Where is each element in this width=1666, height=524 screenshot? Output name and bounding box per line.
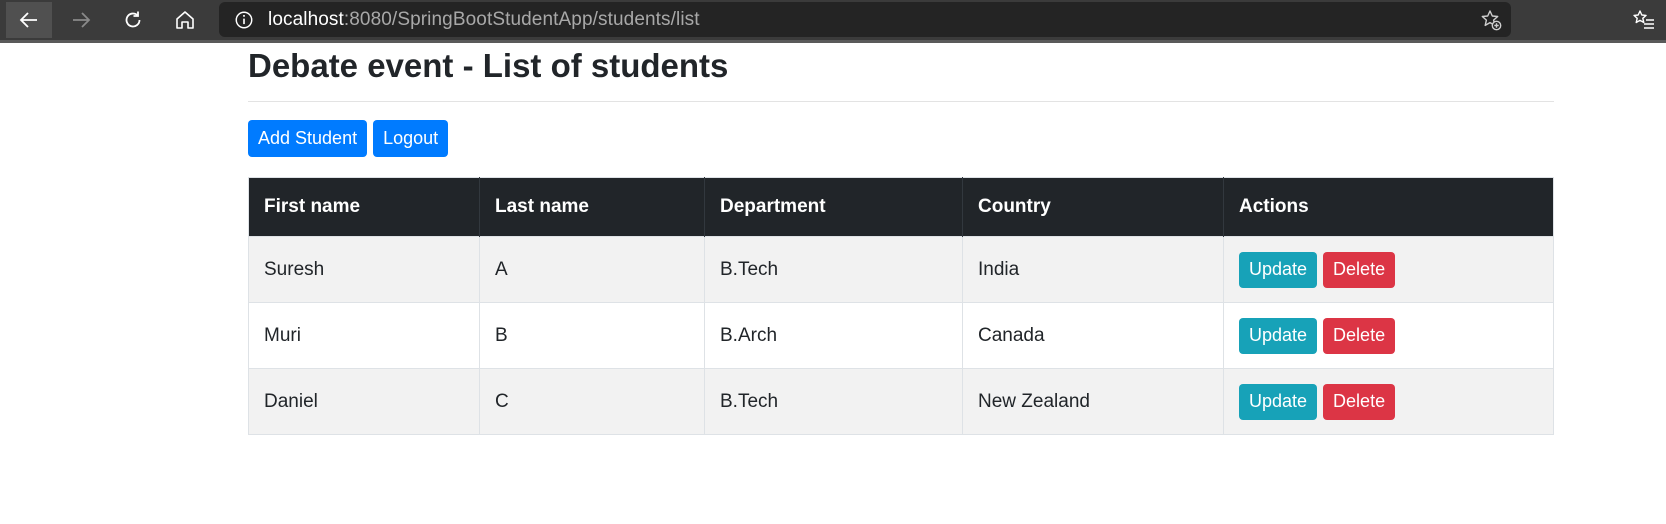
back-arrow-icon xyxy=(19,12,37,28)
info-icon[interactable] xyxy=(233,9,255,31)
cell-department: B.Arch xyxy=(704,302,963,369)
header-first-name: First name xyxy=(248,177,480,237)
back-button[interactable] xyxy=(6,2,52,38)
header-country: Country xyxy=(962,177,1224,237)
add-favorite-icon[interactable] xyxy=(1479,8,1503,32)
update-button[interactable]: Update xyxy=(1239,383,1318,420)
cell-department: B.Tech xyxy=(704,236,963,303)
cell-first-name: Muri xyxy=(248,302,480,369)
forward-button[interactable] xyxy=(58,2,104,38)
url-path: :8080/SpringBootStudentApp/students/list xyxy=(343,8,700,30)
row-actions: Update Delete xyxy=(1239,383,1538,420)
cell-actions: Update Delete xyxy=(1223,236,1554,303)
cell-actions: Update Delete xyxy=(1223,368,1554,435)
address-bar[interactable]: localhost:8080/SpringBootStudentApp/stud… xyxy=(219,2,1511,37)
header-actions: Actions xyxy=(1223,177,1554,237)
header-last-name: Last name xyxy=(479,177,705,237)
browser-toolbar: localhost:8080/SpringBootStudentApp/stud… xyxy=(0,0,1666,43)
page-title: Debate event - List of students xyxy=(248,47,729,84)
header-department: Department xyxy=(704,177,963,237)
logout-button[interactable]: Logout xyxy=(373,120,449,157)
cell-country: New Zealand xyxy=(962,368,1224,435)
action-button-row: Add Student Logout xyxy=(248,120,1554,157)
cell-actions: Update Delete xyxy=(1223,302,1554,369)
reload-icon xyxy=(125,11,141,28)
home-button[interactable] xyxy=(162,2,208,38)
favorites-icon[interactable] xyxy=(1632,8,1656,32)
cell-last-name: A xyxy=(479,236,705,303)
cell-country: India xyxy=(962,236,1224,303)
page-container: Debate event - List of students Add Stud… xyxy=(248,43,1554,435)
table-header-row: First name Last name Department Country … xyxy=(248,177,1554,237)
delete-button[interactable]: Delete xyxy=(1323,251,1396,288)
table-row: Suresh A B.Tech India Update Delete xyxy=(248,236,1554,303)
title-divider xyxy=(248,101,1554,102)
cell-first-name: Daniel xyxy=(248,368,480,435)
cell-country: Canada xyxy=(962,302,1224,369)
students-table: First name Last name Department Country … xyxy=(248,177,1554,435)
update-button[interactable]: Update xyxy=(1239,317,1318,354)
cell-last-name: B xyxy=(479,302,705,369)
url-text: localhost:8080/SpringBootStudentApp/stud… xyxy=(268,9,700,31)
cell-last-name: C xyxy=(479,368,705,435)
delete-button[interactable]: Delete xyxy=(1323,383,1396,420)
cell-department: B.Tech xyxy=(704,368,963,435)
row-actions: Update Delete xyxy=(1239,251,1538,288)
reload-button[interactable] xyxy=(110,2,156,38)
row-actions: Update Delete xyxy=(1239,317,1538,354)
delete-button[interactable]: Delete xyxy=(1323,317,1396,354)
update-button[interactable]: Update xyxy=(1239,251,1318,288)
forward-arrow-icon xyxy=(73,12,91,28)
add-student-button[interactable]: Add Student xyxy=(248,120,368,157)
url-host: localhost xyxy=(268,8,344,30)
home-icon xyxy=(176,11,194,29)
table-row: Muri B B.Arch Canada Update Delete xyxy=(248,302,1554,369)
cell-first-name: Suresh xyxy=(248,236,480,303)
table-row: Daniel C B.Tech New Zealand Update Delet… xyxy=(248,368,1554,435)
